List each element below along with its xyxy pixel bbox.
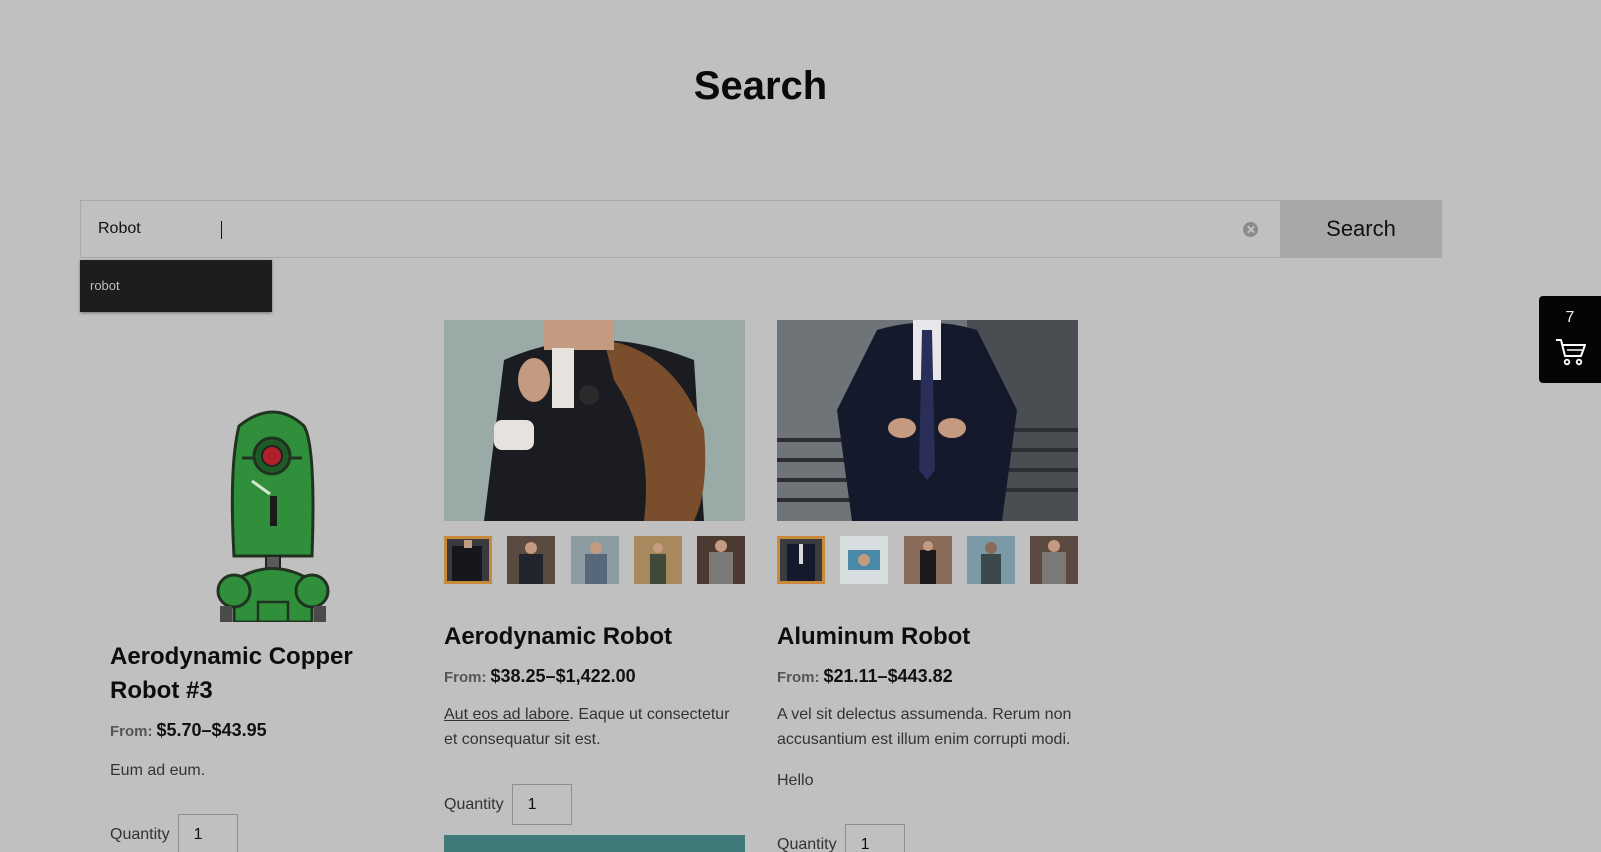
quantity-input[interactable] [844, 824, 905, 852]
search-form: Search [80, 200, 1442, 258]
search-input[interactable] [81, 201, 1280, 257]
quantity-label: Quantity [444, 795, 504, 813]
quantity-control: Quantity [110, 814, 238, 852]
autocomplete-option[interactable]: robot [80, 260, 272, 311]
product-price: From: $21.11–$443.82 [777, 666, 953, 687]
product-description: Eum ad eum. [110, 762, 206, 779]
product-title[interactable]: Aerodynamic Robot [444, 620, 672, 654]
price-range: $38.25–$1,422.00 [490, 666, 636, 686]
product-price: From: $5.70–$43.95 [110, 720, 267, 741]
thumbnail[interactable] [507, 536, 556, 584]
clear-search-icon[interactable] [1243, 222, 1258, 237]
search-button[interactable]: Search [1280, 200, 1442, 258]
product-description: A vel sit delectus assumenda. Rerum non … [777, 706, 1072, 748]
product-card: Aluminum Robot From: $21.11–$443.82 A vel… [777, 320, 1078, 852]
product-title[interactable]: Aluminum Robot [777, 620, 970, 654]
quantity-input[interactable] [511, 784, 572, 825]
product-description: Aut eos ad labore. Eaque ut consectetur … [444, 702, 745, 752]
product-card: Aerodynamic Robot From: $38.25–$1,422.00 … [444, 320, 745, 852]
quantity-control: Quantity [444, 784, 572, 825]
price-range: $5.70–$43.95 [156, 720, 267, 740]
product-price: From: $38.25–$1,422.00 [444, 666, 636, 687]
page-title: Search [693, 64, 828, 108]
product-extra-text: Hello [777, 772, 814, 789]
quantity-input[interactable] [177, 814, 238, 852]
add-to-cart-button[interactable] [444, 835, 745, 852]
product-title[interactable]: Aerodynamic Copper Robot #3 [110, 640, 380, 708]
thumbnail[interactable] [840, 536, 889, 584]
product-image[interactable] [194, 406, 354, 622]
quantity-label: Quantity [110, 825, 170, 843]
thumbnail[interactable] [966, 536, 1015, 584]
thumbnail-strip [777, 536, 1078, 584]
product-image[interactable] [444, 320, 745, 521]
thumbnail[interactable] [903, 536, 952, 584]
price-from-label: From: [777, 669, 820, 686]
quantity-control: Quantity [777, 824, 905, 852]
cart-widget[interactable]: 7 [1539, 296, 1601, 383]
price-from-label: From: [444, 669, 487, 686]
autocomplete-dropdown: robot [80, 260, 272, 312]
thumbnail[interactable] [444, 536, 492, 584]
description-link[interactable]: Aut eos ad labore [444, 706, 569, 723]
thumbnail[interactable] [570, 536, 619, 584]
shopping-cart-icon [1556, 339, 1586, 366]
price-range: $21.11–$443.82 [823, 666, 953, 686]
quantity-label: Quantity [777, 835, 837, 852]
thumbnail[interactable] [697, 536, 745, 584]
thumbnail[interactable] [1030, 536, 1078, 584]
cart-count: 7 [1565, 309, 1575, 326]
thumbnail-strip [444, 536, 745, 584]
thumbnail[interactable] [777, 536, 825, 584]
price-from-label: From: [110, 723, 153, 740]
thumbnail[interactable] [633, 536, 682, 584]
product-image[interactable] [777, 320, 1078, 521]
text-caret [221, 221, 222, 239]
search-input-wrap [80, 200, 1280, 258]
